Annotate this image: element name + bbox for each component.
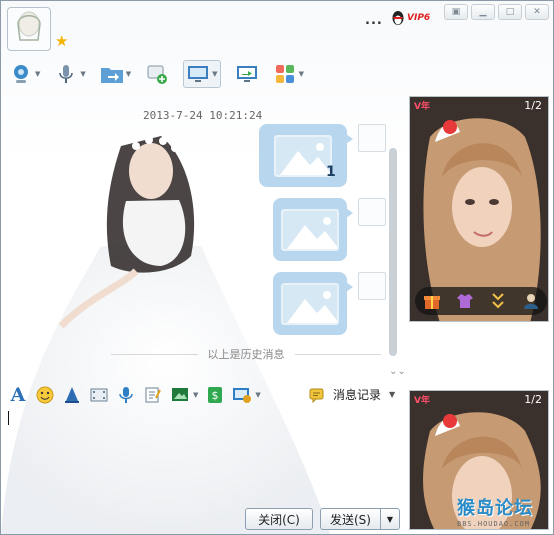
contact-avatar[interactable] [7, 7, 51, 51]
chevron-down-icon: ▼ [386, 514, 394, 524]
font-icon[interactable]: A [7, 384, 29, 406]
sender-avatar [358, 124, 386, 152]
input-toolbar: A ▼ $ ▼ [7, 383, 267, 407]
image-placeholder-icon [281, 208, 339, 251]
skin-button[interactable]: ▣ [444, 4, 468, 20]
add-app-button[interactable] [145, 62, 169, 86]
video-action-bar [415, 287, 547, 315]
divider-line [111, 353, 198, 355]
top-toolbar: ▼ ▼ ▼ ▼ ▼ [9, 59, 318, 89]
chevron-down-icon[interactable]: ▼ [299, 70, 304, 78]
image-message-bubble[interactable] [273, 272, 353, 335]
message-input[interactable] [5, 409, 397, 505]
promo-badge: V年 [414, 396, 430, 406]
minimize-icon: ▁ [479, 7, 487, 17]
watermark-sub: BBS.HOUDAO.COM [457, 520, 531, 528]
text-caret [8, 411, 9, 425]
magic-emoji-icon[interactable] [61, 384, 83, 406]
chevron-down-icon[interactable]: ▼ [80, 70, 85, 78]
message-record-label: 消息记录 [333, 388, 382, 402]
more-menu[interactable]: ... [365, 13, 383, 28]
history-label: 以上是历史消息 [207, 348, 285, 361]
file-transfer-icon [100, 62, 124, 86]
vip-level: VIP6 [407, 13, 431, 23]
site-watermark: 猴岛论坛 BBS.HOUDAO.COM [457, 494, 533, 528]
share-screen-icon [235, 62, 259, 86]
maximize-icon: □ [505, 7, 515, 17]
video-page-indicator: 1/2 [524, 99, 542, 112]
bubble-mark: 1 [326, 164, 336, 180]
chevron-down-icon[interactable]: ▼ [193, 391, 198, 399]
close-window-button[interactable]: ✕ [525, 4, 549, 20]
add-app-icon [145, 62, 169, 86]
screenshot-icon[interactable] [169, 384, 191, 406]
remote-assist-icon [186, 62, 210, 86]
remote-assist-button[interactable]: ▼ [183, 60, 221, 88]
skin-icon: ▣ [451, 7, 461, 17]
microphone-icon [54, 62, 78, 86]
chevron-down-icon[interactable]: ▼ [212, 70, 217, 78]
apps-grid-icon [273, 62, 297, 86]
close-button[interactable]: 关闭(C) [245, 508, 313, 530]
message-timestamp: 2013-7-24 10:21:24 [143, 109, 263, 122]
image-send-icon[interactable] [231, 384, 253, 406]
sender-avatar [358, 198, 386, 226]
minimize-button[interactable]: ▁ [471, 4, 495, 20]
message-record-icon [309, 388, 324, 403]
history-divider: 以上是历史消息 [111, 346, 381, 362]
film-icon[interactable] [88, 384, 110, 406]
image-placeholder-icon [274, 134, 332, 177]
voice-call-button[interactable]: ▼ [54, 62, 86, 86]
window-controls: ▣ ▁ □ ✕ [444, 4, 549, 20]
user-profile-icon[interactable] [521, 291, 541, 311]
watermark-main: 猴岛论坛 [457, 498, 533, 519]
video-call-button[interactable]: ▼ [9, 62, 40, 86]
chat-window: ★ ... VIP6 ▣ ▁ □ ✕ ▼ ▼ ▼ ▼ ▼ 2013-7-24 1… [0, 0, 554, 535]
share-screen-button[interactable] [235, 62, 259, 86]
message-record-button[interactable]: 消息记录 ▼ [309, 386, 395, 403]
divider-line [294, 353, 381, 355]
favorite-star-icon[interactable]: ★ [55, 34, 68, 49]
gift-icon[interactable] [422, 291, 442, 311]
close-icon: ✕ [533, 7, 541, 17]
chevron-down-icon[interactable]: ▼ [35, 70, 40, 78]
video-page-indicator: 1/2 [524, 393, 542, 406]
send-options-button[interactable]: ▼ [380, 508, 400, 530]
vip-badge[interactable]: VIP6 [391, 10, 430, 26]
edit-note-icon[interactable] [142, 384, 164, 406]
svg-text:$: $ [212, 389, 219, 402]
video-panel-remote[interactable]: V年 1/2 [409, 96, 549, 322]
video-camera-icon [9, 62, 33, 86]
qq-penguin-icon [392, 11, 404, 25]
maximize-button[interactable]: □ [498, 4, 522, 20]
chevron-down-icon[interactable]: ▼ [126, 70, 131, 78]
send-button[interactable]: 发送(S) [320, 508, 380, 530]
image-message-bubble[interactable] [273, 198, 353, 261]
apps-button[interactable]: ▼ [273, 62, 304, 86]
chevron-down-icon[interactable]: ▼ [255, 391, 260, 399]
red-packet-icon[interactable]: $ [204, 384, 226, 406]
expand-icon[interactable] [488, 291, 508, 311]
promo-badge: V年 [414, 102, 430, 112]
chat-scrollbar[interactable] [389, 148, 397, 356]
collapse-panel-icon[interactable]: ⌄⌄ [389, 366, 406, 377]
emoji-icon[interactable] [34, 384, 56, 406]
image-placeholder-icon [281, 282, 339, 325]
chevron-down-icon[interactable]: ▼ [389, 390, 395, 399]
outfit-icon[interactable] [455, 291, 475, 311]
send-file-button[interactable]: ▼ [100, 62, 131, 86]
sender-avatar [358, 272, 386, 300]
voice-message-icon[interactable] [115, 384, 137, 406]
